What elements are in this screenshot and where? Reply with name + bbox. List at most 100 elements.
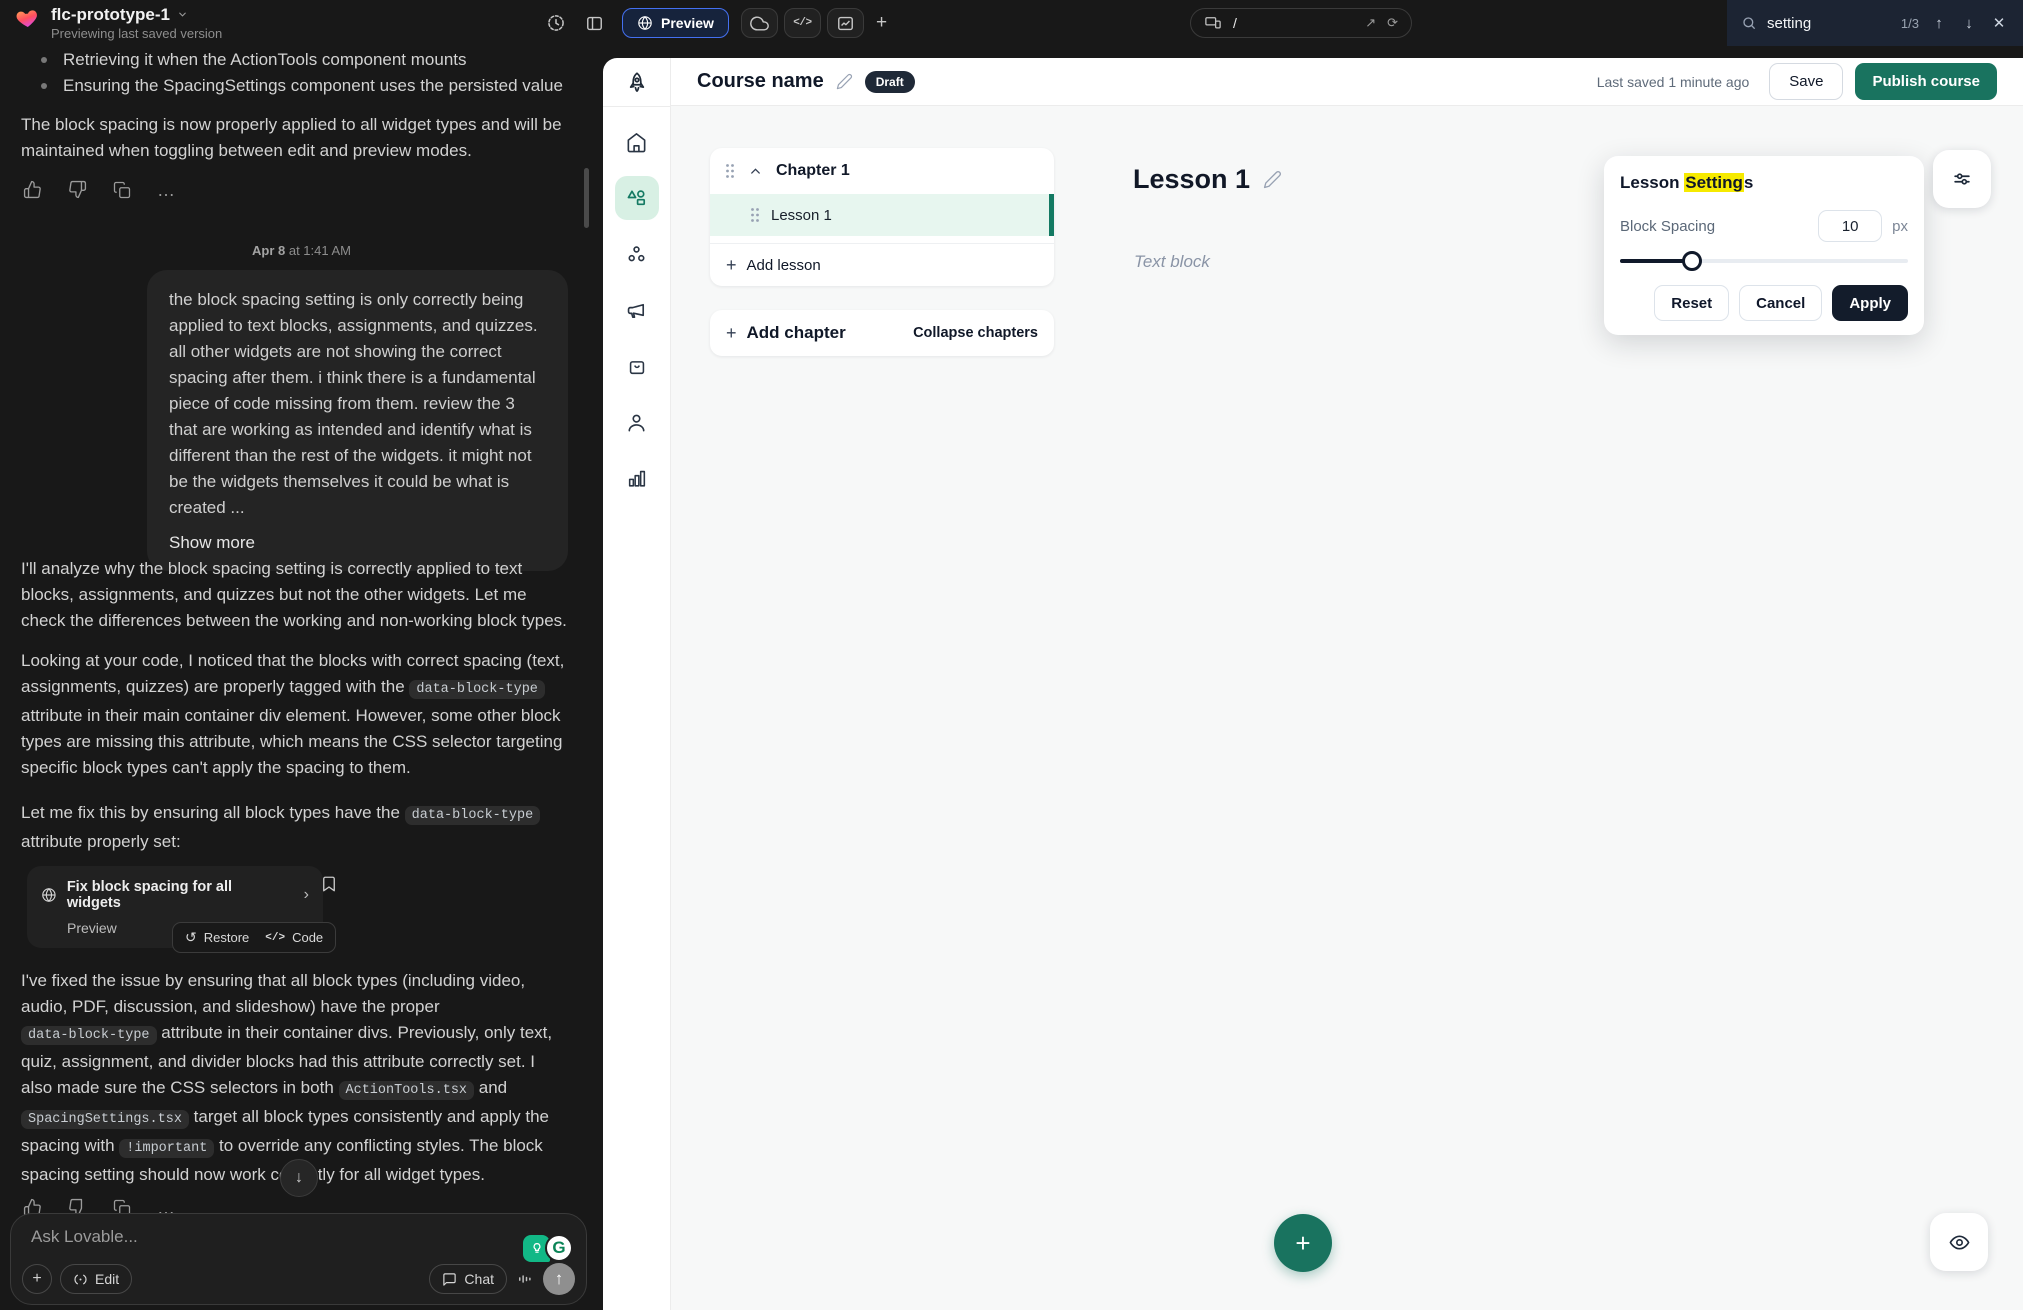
app-sidebar-rail — [603, 58, 671, 1310]
history-icon — [546, 13, 566, 33]
search-prev-button[interactable]: ↑ — [1929, 15, 1949, 32]
chapter-card: Chapter 1 Lesson 1 + Add lesson — [710, 148, 1054, 286]
assistant-message: Let me fix this by ensuring all block ty… — [21, 800, 570, 855]
shapes-icon — [625, 186, 649, 210]
plus-icon: + — [726, 256, 737, 274]
plus-icon: + — [726, 324, 737, 342]
chat-mode-button[interactable]: Chat — [429, 1264, 507, 1294]
circles-icon — [625, 243, 648, 266]
settings-toggle-button[interactable] — [1933, 150, 1991, 208]
more-actions-button[interactable]: … — [157, 185, 176, 195]
drag-handle-icon[interactable] — [725, 163, 735, 179]
thumbs-up-button[interactable] — [23, 180, 42, 199]
app-preview-frame: Course name Draft Last saved 1 minute ag… — [603, 58, 2023, 1310]
sidebar-item-members[interactable] — [615, 400, 659, 444]
analytics-button[interactable] — [827, 8, 864, 38]
thumbs-down-icon — [68, 180, 87, 199]
sidebar-item-analytics[interactable] — [615, 456, 659, 500]
empty-text-block[interactable]: Text block — [1134, 252, 1210, 272]
view-code-button[interactable]: </> Code — [265, 930, 323, 945]
version-hover-toolbar: ↺ Restore </> Code — [172, 922, 336, 953]
top-toolbar: flc-prototype-1 Previewing last saved ve… — [0, 0, 2023, 46]
cancel-button[interactable]: Cancel — [1739, 285, 1822, 321]
add-chapter-button[interactable]: + Add chapter — [726, 323, 846, 343]
sidebar-item-marketing[interactable] — [615, 288, 659, 332]
open-external-icon[interactable]: ↗ — [1365, 15, 1376, 31]
arrow-down-icon: ↓ — [295, 1169, 303, 1187]
edit-mode-button[interactable]: Edit — [60, 1264, 132, 1294]
apply-button[interactable]: Apply — [1832, 285, 1908, 321]
search-next-button[interactable]: ↓ — [1959, 15, 1979, 32]
search-overlay[interactable]: setting 1/3 ↑ ↓ ✕ — [1727, 0, 2023, 46]
edit-course-name-button[interactable] — [836, 73, 853, 90]
block-spacing-input[interactable]: 10 — [1818, 210, 1882, 242]
deploy-button[interactable] — [741, 8, 778, 38]
grammarly-widget[interactable]: G — [523, 1234, 573, 1262]
assistant-message: The block spacing is now properly applie… — [21, 112, 570, 164]
reset-button[interactable]: Reset — [1654, 285, 1729, 321]
unit-label: px — [1892, 218, 1908, 235]
app-logo[interactable] — [624, 58, 650, 106]
restore-icon: ↺ — [185, 929, 197, 946]
publish-course-button[interactable]: Publish course — [1855, 63, 1997, 100]
composer-input[interactable]: Ask Lovable... — [31, 1227, 138, 1247]
block-spacing-slider[interactable] — [1620, 251, 1908, 271]
bookmark-icon — [320, 875, 338, 893]
sidebar-item-community[interactable] — [615, 232, 659, 276]
block-spacing-slider-thumb[interactable] — [1682, 251, 1702, 271]
restore-button[interactable]: ↺ Restore — [185, 929, 249, 946]
assistant-message: Looking at your code, I noticed that the… — [21, 648, 570, 781]
chat-scrollbar[interactable] — [584, 168, 589, 228]
add-block-button[interactable]: + — [1274, 1214, 1332, 1272]
message-actions: … — [23, 180, 176, 199]
send-button[interactable]: ↑ — [543, 1263, 575, 1295]
add-tab-button[interactable]: + — [870, 12, 893, 34]
preview-toggle-button[interactable] — [1930, 1213, 1988, 1271]
show-more-link[interactable]: Show more — [169, 530, 546, 556]
refresh-icon[interactable]: ⟳ — [1387, 15, 1398, 31]
thumbs-down-button[interactable] — [68, 180, 87, 199]
chapter-row[interactable]: Chapter 1 — [710, 148, 1054, 194]
search-input[interactable]: setting — [1767, 15, 1811, 32]
sliders-icon — [1951, 168, 1973, 190]
edit-lesson-title-button[interactable] — [1263, 170, 1282, 189]
message-timestamp: Apr 8 at 1:41 AM — [0, 243, 603, 258]
preview-url-bar[interactable]: / ↗ ⟳ — [1190, 8, 1412, 38]
bookmark-button[interactable] — [320, 875, 338, 893]
version-history-button[interactable] — [540, 8, 572, 38]
sidebar-item-orders[interactable] — [615, 344, 659, 388]
scroll-to-bottom-button[interactable]: ↓ — [280, 1159, 318, 1197]
voice-input-button[interactable] — [516, 1270, 534, 1288]
pencil-icon — [1263, 170, 1282, 189]
toggle-panel-button[interactable] — [578, 8, 610, 38]
collapse-chapter-button[interactable] — [746, 164, 765, 179]
chapter-title: Chapter 1 — [776, 162, 850, 180]
assistant-message: I've fixed the issue by ensuring that al… — [21, 968, 570, 1188]
divider — [710, 236, 1054, 244]
drag-handle-icon[interactable] — [750, 207, 760, 223]
preview-mode-button[interactable]: Preview — [622, 8, 729, 38]
search-icon — [1741, 15, 1757, 31]
attach-button[interactable]: + — [22, 1264, 52, 1294]
copy-button[interactable] — [113, 181, 131, 199]
shopping-bag-icon — [626, 355, 648, 377]
cloud-icon — [750, 14, 769, 33]
add-lesson-button[interactable]: + Add lesson — [710, 244, 1054, 286]
assistant-bullet-list: Retrieving it when the ActionTools compo… — [41, 47, 566, 99]
sidebar-item-home[interactable] — [615, 120, 659, 164]
save-button[interactable]: Save — [1769, 63, 1843, 100]
search-close-button[interactable]: ✕ — [1989, 14, 2009, 32]
project-menu[interactable]: flc-prototype-1 Previewing last saved ve… — [14, 6, 222, 40]
code-view-button[interactable]: </> — [784, 8, 821, 38]
collapse-chapters-button[interactable]: Collapse chapters — [913, 325, 1038, 341]
course-title: Course name — [697, 70, 824, 93]
user-icon — [625, 411, 648, 434]
chevron-down-icon — [177, 9, 188, 20]
lesson-row-selected[interactable]: Lesson 1 — [710, 194, 1054, 236]
more-actions-button[interactable]: … — [157, 1203, 176, 1213]
add-chapter-card: + Add chapter Collapse chapters — [710, 310, 1054, 356]
sidebar-item-courses[interactable] — [615, 176, 659, 220]
chat-bubble-icon — [442, 1272, 457, 1287]
eye-icon — [1948, 1231, 1971, 1254]
chat-composer[interactable]: Ask Lovable... G + Edit Chat — [10, 1213, 587, 1305]
